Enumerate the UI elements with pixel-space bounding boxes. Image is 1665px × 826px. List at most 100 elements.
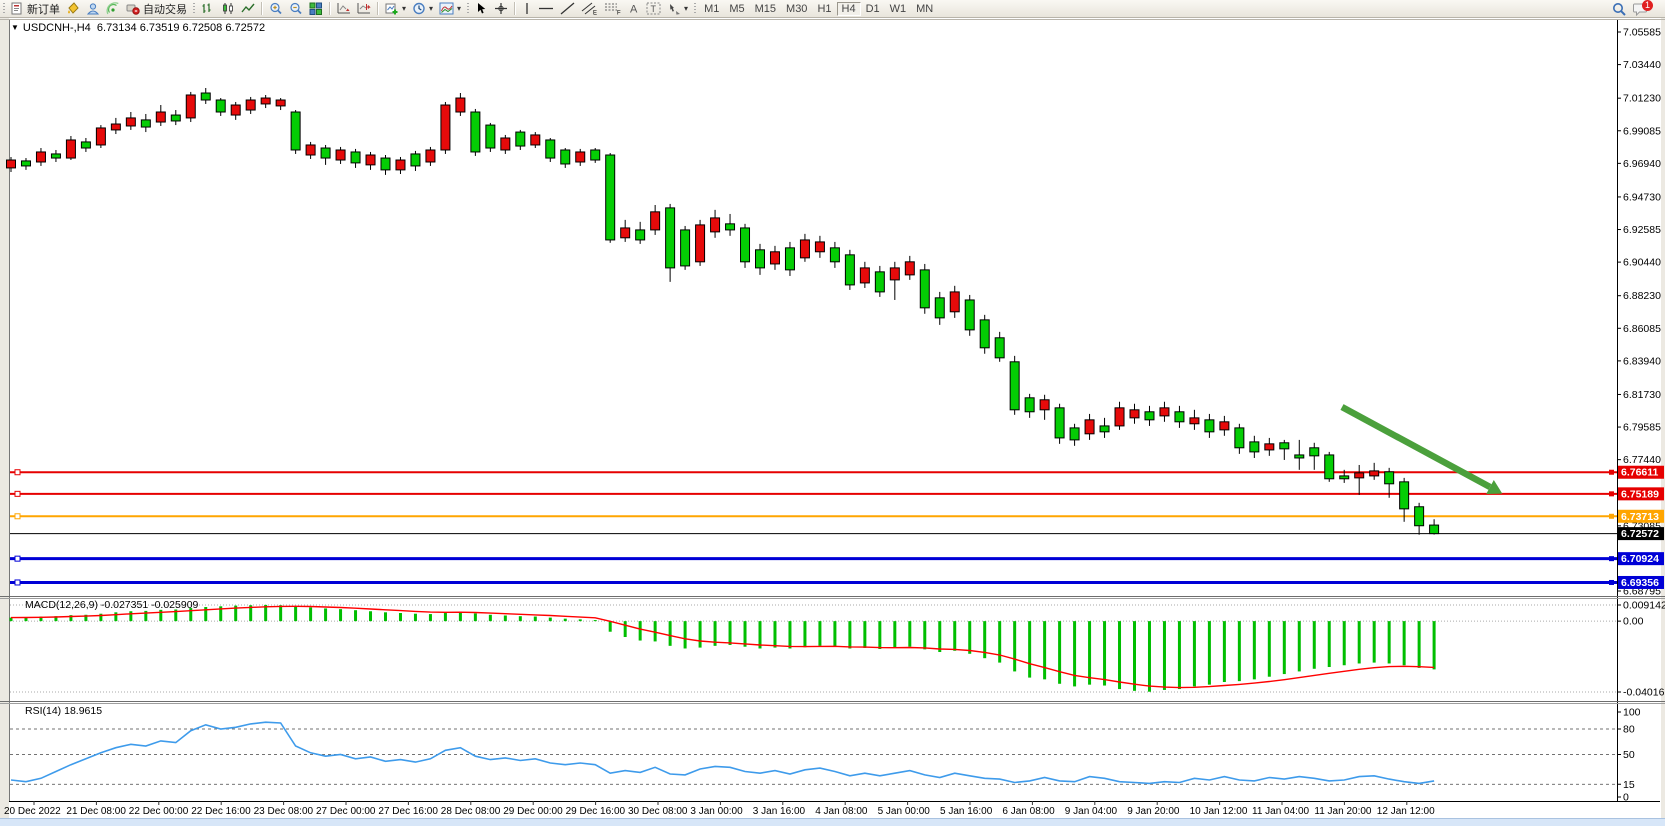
autotrade-button[interactable]: 自动交易 [123, 1, 190, 16]
search-icon[interactable] [1612, 2, 1627, 16]
hline-handle-right[interactable] [1609, 491, 1614, 496]
main-toolbar: 新订单 自动交易 [0, 0, 1665, 18]
template-icon [439, 2, 454, 15]
hline-handle-left[interactable] [15, 491, 20, 496]
equidistant-channel-button[interactable]: E [578, 1, 601, 16]
candlestick-icon [221, 2, 235, 15]
rsi-axis-tick: 0 [1623, 792, 1629, 804]
timeframe-h1[interactable]: H1 [812, 2, 836, 16]
toolbar-grip[interactable] [192, 3, 196, 15]
add-indicator-button[interactable]: ▾ [382, 1, 409, 16]
timeframe-m1[interactable]: M1 [699, 2, 724, 16]
line-chart-button[interactable] [238, 1, 258, 16]
hline-handle-right[interactable] [1609, 470, 1614, 475]
vertical-line-icon [522, 2, 532, 15]
time-axis-label: 9 Jan 20:00 [1127, 806, 1180, 817]
period-button[interactable]: ▾ [409, 1, 436, 16]
new-order-button[interactable]: 新订单 [8, 1, 63, 16]
chart-area[interactable]: 7.055857.034407.012306.990856.969406.947… [0, 0, 1665, 826]
svg-text:6.70924: 6.70924 [1621, 553, 1659, 565]
timeframe-m5[interactable]: M5 [724, 2, 749, 16]
time-axis-label: 22 Dec 16:00 [191, 806, 251, 817]
chart-background [0, 17, 1665, 818]
bar-chart-button[interactable] [198, 1, 218, 16]
hline-handle-left[interactable] [15, 580, 20, 585]
macd-axis-tick: 0.009142 [1623, 600, 1665, 612]
price-axis-tick: 6.96940 [1623, 158, 1661, 170]
template-button[interactable]: ▾ [436, 1, 464, 16]
crosshair-button[interactable] [491, 1, 511, 16]
timeframe-d1[interactable]: D1 [861, 2, 885, 16]
new-order-label: 新订单 [27, 1, 60, 17]
hline-handle-right[interactable] [1609, 580, 1614, 585]
chart-title[interactable]: ▼USDCNH-,H4 6.73134 6.73519 6.72508 6.72… [11, 22, 265, 34]
time-axis-label: 21 Dec 08:00 [66, 806, 126, 817]
text-button[interactable]: A [625, 1, 643, 16]
time-axis-label: 9 Jan 04:00 [1065, 806, 1118, 817]
macd-axis-tick: -0.040162 [1623, 687, 1665, 699]
toolbar-grip[interactable] [466, 3, 470, 15]
candlestick-button[interactable] [218, 1, 238, 16]
toolbar-right-group: 1 [1612, 2, 1665, 16]
horizontal-line-button[interactable] [535, 1, 557, 16]
collapse-triangle-icon[interactable]: ▼ [11, 23, 19, 32]
tile-windows-button[interactable] [306, 1, 326, 16]
styles-button[interactable] [63, 1, 83, 16]
hline-handle-left[interactable] [15, 470, 20, 475]
toolbar-grip[interactable] [2, 3, 6, 15]
fibonacci-icon: F [604, 2, 622, 15]
autoscroll-button[interactable] [334, 1, 354, 16]
rsi-axis-tick: 50 [1623, 749, 1635, 761]
zoom-in-button[interactable] [266, 1, 286, 16]
timeframe-w1[interactable]: W1 [885, 2, 912, 16]
arrow-objects-icon [667, 2, 681, 15]
svg-text:E: E [593, 11, 597, 16]
price-badge-6.72572: 6.72572 [1618, 527, 1664, 540]
hline-handle-right[interactable] [1609, 514, 1614, 519]
cursor-button[interactable] [472, 1, 491, 16]
zoom-in-icon [269, 2, 283, 15]
price-axis-tick: 6.99085 [1623, 125, 1661, 137]
text-label-button[interactable]: T [643, 1, 664, 16]
text-label-icon: T [646, 2, 661, 15]
price-axis-tick: 6.86085 [1623, 323, 1661, 335]
price-badge-6.70924: 6.70924 [1618, 552, 1664, 565]
chart-title-symbol: USDCNH-,H4 [23, 22, 91, 34]
timeframe-m15[interactable]: M15 [750, 2, 781, 16]
chart-shift-button[interactable] [354, 1, 374, 16]
arrows-button[interactable]: ▾ [664, 1, 691, 16]
add-indicator-icon [385, 2, 399, 15]
price-axis-tick: 6.83940 [1623, 355, 1661, 367]
svg-text:F: F [617, 11, 621, 16]
price-axis-tick: 6.94730 [1623, 191, 1661, 203]
time-axis-label: 3 Jan 00:00 [690, 806, 743, 817]
timeframe-h4[interactable]: H4 [837, 2, 861, 16]
vertical-line-button[interactable] [519, 1, 535, 16]
price-axis-tick: 7.05585 [1623, 27, 1661, 39]
svg-text:6.76611: 6.76611 [1621, 467, 1659, 479]
text-icon: A [628, 2, 640, 15]
hline-handle-right[interactable] [1609, 556, 1614, 561]
fibonacci-button[interactable]: F [601, 1, 625, 16]
dropdown-caret-icon: ▾ [684, 5, 688, 13]
signals-button[interactable] [103, 1, 123, 16]
toolbar-grip[interactable] [693, 3, 697, 15]
time-axis-label: 10 Jan 12:00 [1190, 806, 1248, 817]
terminal-window: 新订单 自动交易 [0, 0, 1665, 826]
rsi-axis-tick: 100 [1623, 707, 1641, 719]
notifications-button[interactable]: 1 [1633, 2, 1659, 16]
price-axis-tick: 6.79585 [1623, 422, 1661, 434]
timeframe-mn[interactable]: MN [911, 2, 938, 16]
profile-button[interactable] [83, 1, 103, 16]
new-order-icon [11, 2, 24, 15]
zoom-out-icon [289, 2, 303, 15]
timeframe-m30[interactable]: M30 [781, 2, 812, 16]
hline-handle-left[interactable] [15, 514, 20, 519]
time-axis-label: 27 Dec 16:00 [378, 806, 438, 817]
trendline-button[interactable] [557, 1, 578, 16]
price-axis-tick: 6.90440 [1623, 257, 1661, 269]
zoom-out-button[interactable] [286, 1, 306, 16]
price-axis-tick: 6.77440 [1623, 454, 1661, 466]
hline-handle-left[interactable] [15, 556, 20, 561]
svg-text:6.73713: 6.73713 [1621, 511, 1659, 523]
